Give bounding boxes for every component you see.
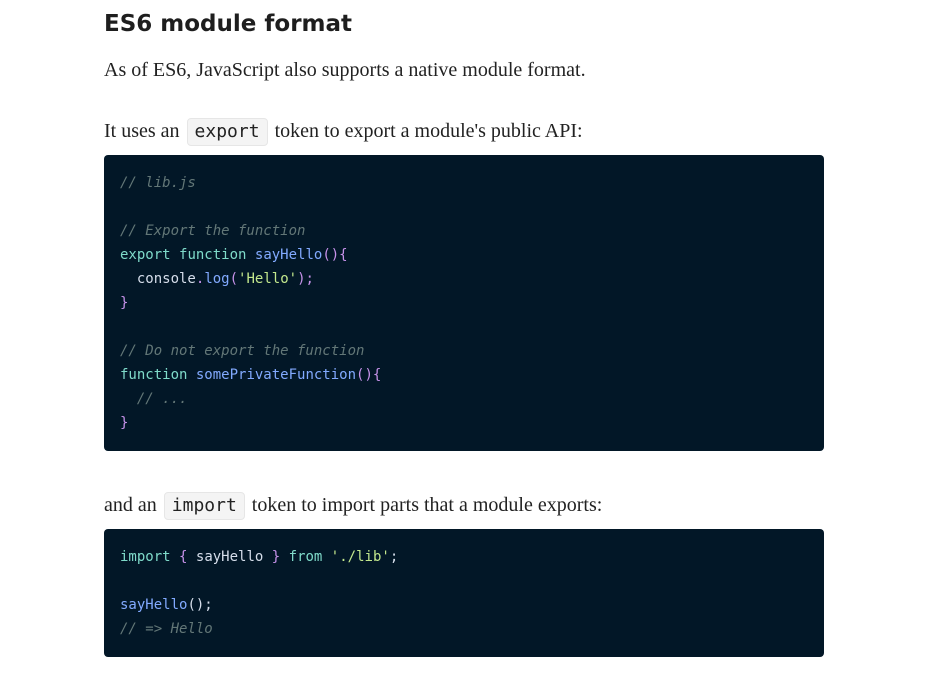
code-identifier: sayHello: [195, 549, 264, 565]
article: ES6 module format As of ES6, JavaScript …: [0, 0, 925, 680]
import-paragraph: and an import token to import parts that…: [104, 492, 602, 520]
code-line: // lib.js: [120, 171, 808, 195]
code-keyword: function: [120, 367, 188, 383]
code-line: sayHello();: [120, 593, 808, 617]
code-function-name: somePrivateFunction: [195, 367, 357, 383]
code-comment: // Export the function: [120, 223, 306, 239]
code-punctuation: (: [229, 271, 239, 287]
export-code-block[interactable]: // lib.js // Export the function export …: [104, 155, 824, 451]
code-line: // ...: [120, 387, 808, 411]
code-keyword: function: [179, 247, 247, 263]
code-function-name: sayHello: [120, 597, 188, 613]
code-punctuation: );: [297, 271, 314, 287]
import-text-after: token to import parts that a module expo…: [251, 494, 603, 516]
code-comment: // => Hello: [120, 621, 213, 637]
code-punctuation: }: [120, 415, 129, 431]
export-inline-code: export: [186, 118, 268, 146]
import-text-before: and an: [104, 494, 157, 516]
code-identifier: console: [136, 271, 196, 287]
code-punctuation: {: [179, 549, 188, 565]
code-punctuation: }: [120, 295, 129, 311]
import-inline-code: import: [163, 492, 245, 520]
code-line: // Export the function: [120, 219, 808, 243]
code-line: }: [120, 411, 808, 435]
code-punctuation: (){: [356, 367, 382, 383]
import-code-block[interactable]: import { sayHello } from './lib'; sayHel…: [104, 529, 824, 657]
export-paragraph: It uses an export token to export a modu…: [104, 118, 583, 146]
code-string: 'Hello': [238, 271, 298, 287]
code-keyword: export: [120, 247, 171, 263]
code-keyword: import: [120, 549, 171, 565]
intro-paragraph: As of ES6, JavaScript also supports a na…: [104, 59, 586, 81]
code-function-name: log: [204, 271, 230, 287]
code-line: function somePrivateFunction(){: [120, 363, 808, 387]
code-line: import { sayHello } from './lib';: [120, 545, 808, 569]
code-comment: // lib.js: [120, 175, 196, 191]
code-punctuation: ();: [187, 597, 213, 613]
export-text-before: It uses an: [104, 120, 180, 142]
code-punctuation: (){: [322, 247, 348, 263]
code-line: }: [120, 291, 808, 315]
code-line: // Do not export the function: [120, 339, 808, 363]
code-comment: // ...: [136, 391, 188, 407]
code-punctuation: ;: [389, 549, 399, 565]
code-punctuation: }: [271, 549, 281, 565]
export-text-after: token to export a module's public API:: [274, 120, 583, 142]
code-keyword: from: [288, 549, 323, 565]
code-line: console.log('Hello');: [120, 267, 808, 291]
code-line: // => Hello: [120, 617, 808, 641]
code-comment: // Do not export the function: [120, 343, 365, 359]
code-line: export function sayHello(){: [120, 243, 808, 267]
code-function-name: sayHello: [254, 247, 323, 263]
code-string: './lib': [330, 549, 390, 565]
section-heading: ES6 module format: [104, 11, 353, 37]
